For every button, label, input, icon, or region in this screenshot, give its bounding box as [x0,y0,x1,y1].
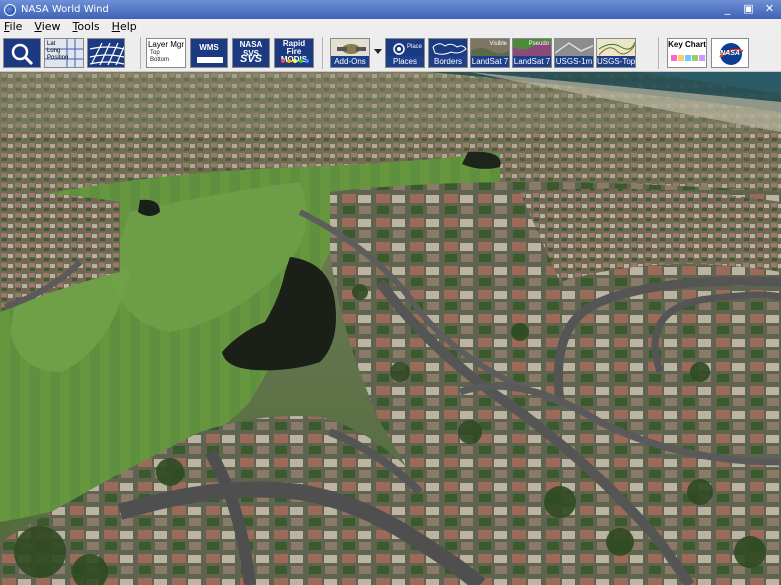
aerial-terrain-view [0,72,781,585]
color-key-icon [671,55,705,61]
toolbar: Lat Long Position Layer Mgr Top Bottom W… [0,34,781,72]
landsat-pseudo-label: LandSat 7 [513,56,551,67]
landsat-visible-button[interactable]: Visible LandSat 7 [470,38,510,68]
globe-viewport[interactable] [0,72,781,585]
nasa-logo-icon [4,3,16,16]
addons-button[interactable]: Add-Ons [330,38,370,68]
landsat-pseudo-button[interactable]: Pseudo LandSat 7 [512,38,552,68]
menu-file[interactable]: File [4,20,22,33]
addons-label: Add-Ons [331,56,369,67]
menu-help[interactable]: Help [112,20,137,33]
position-lat-label: Lat [47,41,56,47]
title-bar: NASA World Wind _ ▣ ✕ [0,0,781,19]
search-button[interactable] [3,38,41,68]
place-sub-label: Place [407,44,423,50]
wms-button[interactable]: WMS [190,38,228,68]
latlong-grid-button[interactable] [87,38,125,68]
layer-manager-label: Layer Mgr [147,40,184,49]
wms-label: WMS [199,43,219,52]
menu-bar: File View Tools Help [0,19,781,34]
places-label: Places [386,56,424,67]
wms-bar-icon [197,57,223,63]
position-long-label: Long [47,48,61,54]
nasa-svs-button[interactable]: NASA SVS SVS [232,38,270,68]
minimize-button[interactable]: _ [720,2,735,16]
landsat-pseudo-sub: Pseudo [528,41,549,47]
landsat-visible-sub: Visible [489,41,507,47]
window-controls: _ ▣ ✕ [720,2,777,16]
borders-button[interactable]: Borders [428,38,468,68]
layer-top-option: Top [150,50,160,56]
key-chart-label: Key Chart [668,40,706,49]
addons-dropdown-icon[interactable] [374,49,382,54]
key-chart-button[interactable]: Key Chart [667,38,707,68]
toolbar-separator [322,37,323,69]
borders-label: Borders [429,56,467,67]
places-button[interactable]: Place Places [385,38,425,68]
toolbar-separator [140,37,141,69]
position-label: Position [47,55,69,61]
search-icon [11,43,34,66]
layer-manager-button[interactable]: Layer Mgr Top Bottom [146,38,186,68]
close-button[interactable]: ✕ [762,2,777,16]
menu-tools[interactable]: Tools [73,20,100,33]
layer-bottom-option: Bottom [150,57,170,63]
nasa-label: NASA [720,50,740,57]
maximize-button[interactable]: ▣ [741,2,756,16]
menu-view[interactable]: View [34,20,60,33]
toolbar-separator [658,37,659,69]
rapid-fire-label: Rapid Fire [282,39,306,56]
color-dots-icon [281,59,309,63]
position-button[interactable]: Lat Long Position [44,38,84,68]
nasa-button[interactable]: NASA [711,38,749,68]
svs-logo-text: SVS [239,53,262,65]
rapid-fire-modis-button[interactable]: Rapid Fire MODIS [274,38,314,68]
usgs-topo-label: USGS-Topo [597,56,636,67]
usgs-1m-button[interactable]: USGS-1m [554,38,594,68]
globe-grid-icon [89,42,124,66]
window-title: NASA World Wind [21,4,109,15]
landsat-visible-label: LandSat 7 [471,56,509,67]
usgs-1m-label: USGS-1m [555,56,593,67]
usgs-topo-button[interactable]: USGS-Topo [596,38,636,68]
